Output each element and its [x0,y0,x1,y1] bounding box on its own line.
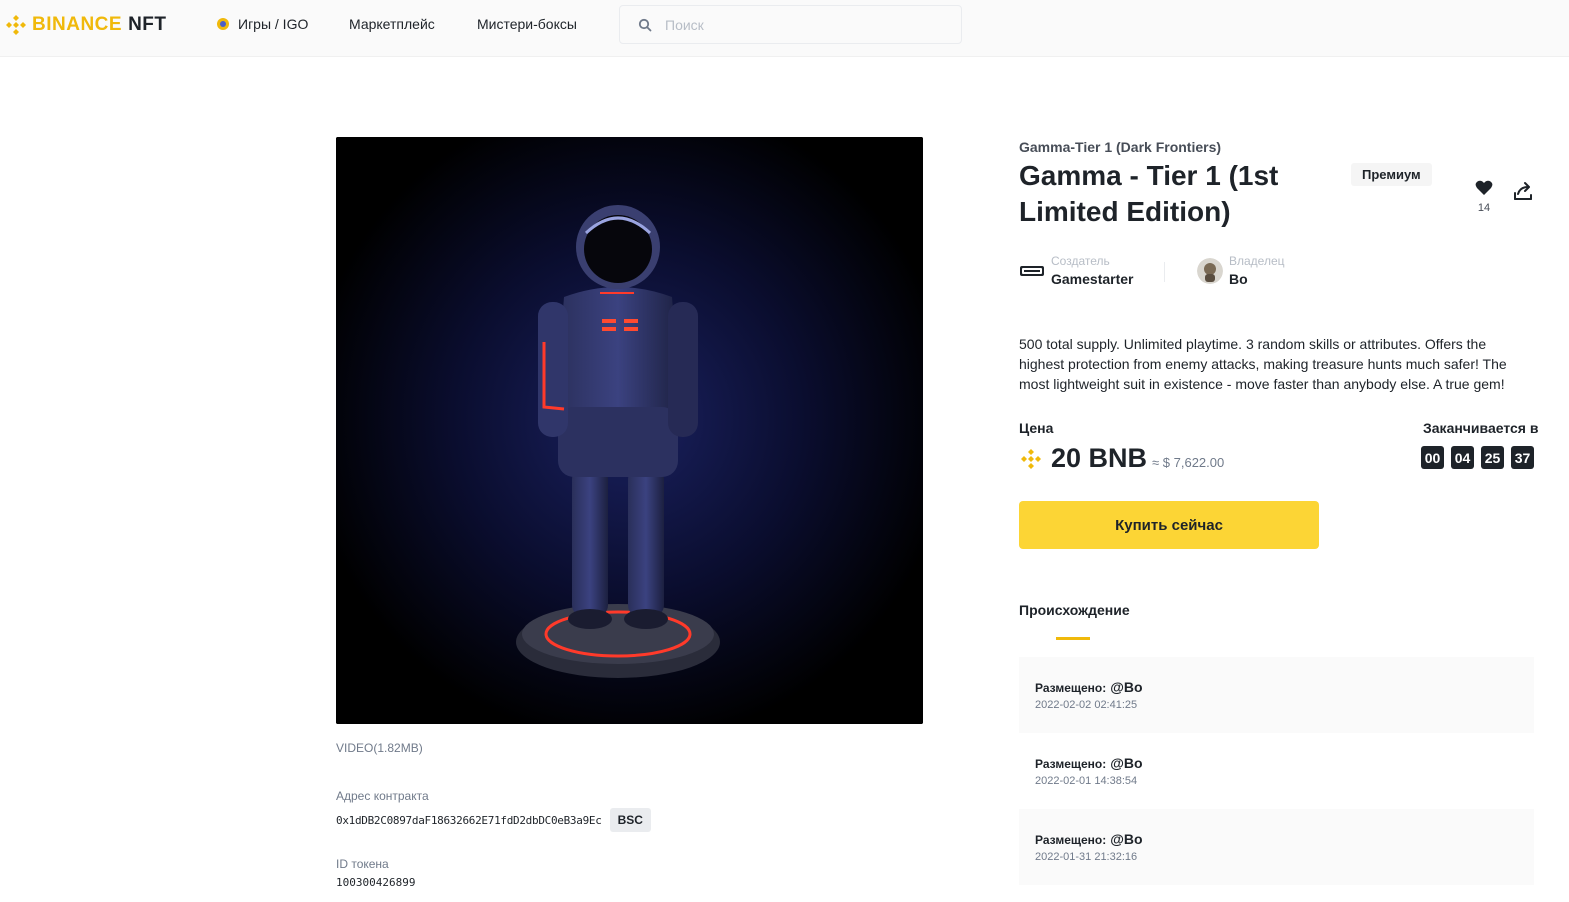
history-user[interactable]: @Bo [1110,755,1142,771]
like-count: 14 [1477,202,1491,214]
bnb-icon [1021,448,1041,469]
nav-games-label: Игры / IGO [238,16,309,32]
creator-name: Gamestarter [1051,271,1134,287]
contract-address-label: Адрес контракта [336,789,429,803]
timer-hours: 04 [1451,446,1474,469]
provenance-list: Размещено: @Bo 2022-02-02 02:41:25 Разме… [1019,657,1534,885]
token-id: 100300426899 [336,876,416,889]
nav-mystery-boxes-label: Мистери-боксы [477,16,577,32]
media-info: VIDEO(1.82MB) [336,741,423,755]
list-item: Размещено: @Bo 2022-02-01 14:38:54 [1019,733,1534,809]
gamestarter-logo-icon [1020,265,1044,276]
contract-address[interactable]: 0x1dDB2C0897daF18632662E71fdD2dbDC0eB3a9… [336,814,602,827]
provenance-tab-indicator [1056,637,1090,640]
binance-nft-logo[interactable]: BINANCE NFT [4,13,167,37]
price-row: 20 BNB ≈ $ 7,622.00 [1019,443,1224,474]
owner-info[interactable]: Владелец Bo [1197,254,1285,287]
top-header: BINANCE NFT Игры / IGO Маркетплейс Мисте… [0,0,1569,57]
chain-badge: BSC [609,808,651,832]
history-date: 2022-02-01 14:38:54 [1035,775,1138,787]
binance-logo-icon [6,15,26,35]
timer-days: 00 [1421,446,1444,469]
countdown-timer: 00 04 25 37 [1421,446,1534,469]
buy-now-button[interactable]: Купить сейчас [1019,501,1319,549]
timer-minutes: 25 [1481,446,1504,469]
heart-icon [1475,180,1493,195]
history-date: 2022-02-02 02:41:25 [1035,699,1138,711]
nav-marketplace[interactable]: Маркетплейс [349,16,435,32]
premium-badge: Премиум [1351,163,1432,186]
owner-avatar [1197,257,1223,284]
token-id-label: ID токена [336,857,389,871]
nft-media-player[interactable] [336,137,923,724]
owner-avatar-image [1197,257,1223,284]
timer-seconds: 37 [1511,446,1534,469]
astronaut-artwork [336,137,923,724]
nav-marketplace-label: Маркетплейс [349,16,435,32]
nav-mystery-boxes[interactable]: Мистери-боксы [477,16,577,32]
like-button[interactable]: 14 [1472,180,1496,214]
contract-address-row: 0x1dDB2C0897daF18632662E71fdD2dbDC0eB3a9… [336,808,651,832]
price-usd: ≈ $ 7,622.00 [1152,455,1225,470]
person-divider [1164,262,1165,282]
games-icon [217,18,229,30]
price-value: 20 BNB [1051,443,1148,473]
search-icon [638,18,652,31]
provenance-title[interactable]: Происхождение [1019,602,1130,618]
list-item: Размещено: @Bo 2022-02-02 02:41:25 [1019,657,1534,733]
history-action: Размещено: [1035,681,1107,695]
list-item: Размещено: @Bo 2022-01-31 21:32:16 [1019,809,1534,885]
history-date: 2022-01-31 21:32:16 [1035,851,1138,863]
nft-title: Gamma - Tier 1 (1st Limited Edition) [1019,160,1279,227]
owner-label: Владелец [1229,254,1285,268]
nft-description: 500 total supply. Unlimited playtime. 3 … [1019,336,1507,392]
creator-label: Создатель [1051,254,1110,268]
share-icon[interactable] [1512,180,1534,202]
creator-avatar [1019,258,1045,284]
price-label: Цена [1019,420,1054,436]
ends-in-label: Заканчивается в [1423,420,1539,436]
collection-link[interactable]: Gamma-Tier 1 (Dark Frontiers) [1019,139,1221,155]
logo-text: BINANCE [32,14,123,35]
history-action: Размещено: [1035,757,1107,771]
search-box[interactable] [619,5,962,44]
logo-suffix: NFT [128,14,167,35]
nav-games-igo[interactable]: Игры / IGO [216,16,308,32]
owner-name: Bo [1229,271,1248,287]
history-action: Размещено: [1035,833,1107,847]
creator-info[interactable]: Создатель Gamestarter [1019,254,1134,287]
history-user[interactable]: @Bo [1110,679,1142,695]
history-user[interactable]: @Bo [1110,831,1142,847]
search-input[interactable] [665,16,945,33]
